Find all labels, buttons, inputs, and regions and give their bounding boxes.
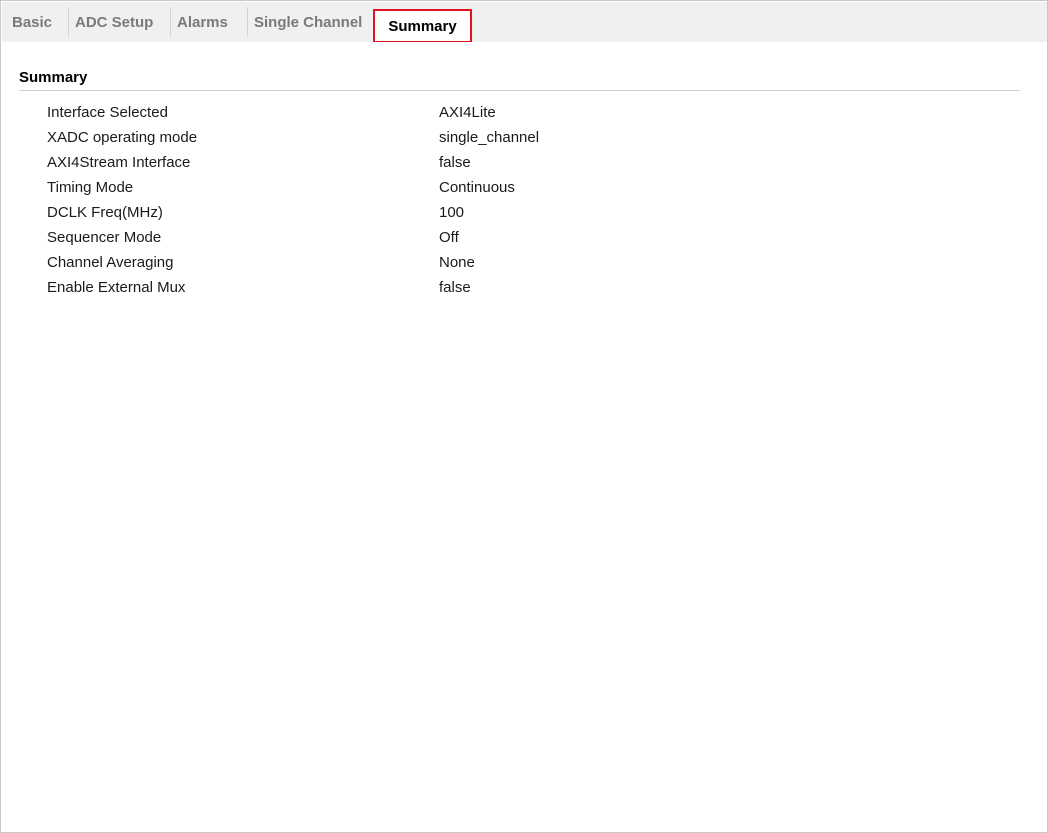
row-key: XADC operating mode <box>47 129 198 146</box>
row-value: false <box>439 154 471 171</box>
tab-separator <box>247 7 248 37</box>
summary-row-dclk-freq: DCLK Freq(MHz) 100 <box>47 202 1007 227</box>
row-key: AXI4Stream Interface <box>47 154 191 171</box>
tab-summary[interactable]: Summary <box>373 9 472 43</box>
tab-separator <box>68 7 69 37</box>
summary-row-channel-averaging: Channel Averaging None <box>47 252 1007 277</box>
section-title: Summary <box>19 69 88 86</box>
row-value: false <box>439 279 471 296</box>
summary-row-sequencer-mode: Sequencer Mode Off <box>47 227 1007 252</box>
tab-adc-setup[interactable]: ADC Setup <box>75 2 153 42</box>
row-key: Interface Selected <box>47 104 168 121</box>
summary-row-xadc-operating-mode: XADC operating mode single_channel <box>47 127 1007 152</box>
row-value: 100 <box>439 204 465 221</box>
row-value: None <box>439 254 475 271</box>
section-divider <box>19 90 1020 91</box>
row-key: Enable External Mux <box>47 279 186 296</box>
row-value: Continuous <box>439 179 515 196</box>
row-value: Off <box>439 229 459 246</box>
row-key: Timing Mode <box>47 179 134 196</box>
row-key: Channel Averaging <box>47 254 174 271</box>
row-value: AXI4Lite <box>439 104 496 121</box>
row-key: Sequencer Mode <box>47 229 162 246</box>
summary-window: Basic ADC Setup Alarms Single Channel Su… <box>0 0 1048 833</box>
summary-row-axi4stream-interface: AXI4Stream Interface false <box>47 152 1007 177</box>
row-key: DCLK Freq(MHz) <box>47 204 163 221</box>
summary-row-interface-selected: Interface Selected AXI4Lite <box>47 102 1007 127</box>
tab-bar: Basic ADC Setup Alarms Single Channel Su… <box>2 2 1047 43</box>
summary-row-enable-external-mux: Enable External Mux false <box>47 277 1007 302</box>
tab-separator <box>170 7 171 37</box>
tab-single-channel[interactable]: Single Channel <box>254 2 362 42</box>
summary-row-timing-mode: Timing Mode Continuous <box>47 177 1007 202</box>
row-value: single_channel <box>439 129 540 146</box>
tab-alarms[interactable]: Alarms <box>177 2 228 42</box>
tab-basic[interactable]: Basic <box>12 2 52 42</box>
summary-panel: Summary Interface Selected AXI4Lite XADC… <box>5 42 1044 829</box>
summary-list: Interface Selected AXI4Lite XADC operati… <box>47 102 1007 302</box>
